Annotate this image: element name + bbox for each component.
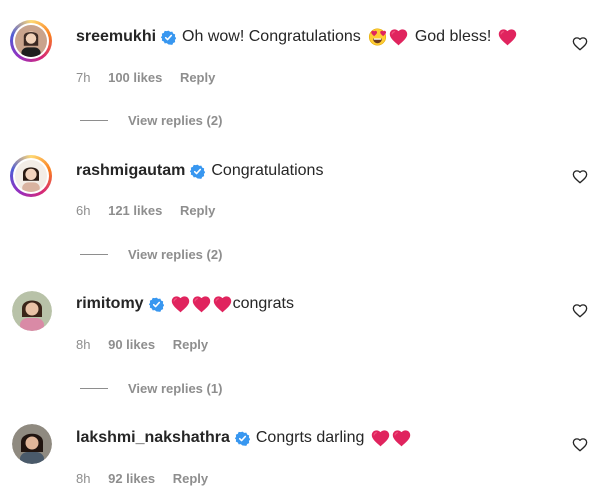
username[interactable]: sreemukhi (76, 26, 156, 48)
red-heart-emoji (389, 28, 408, 46)
comment-text: congrats (232, 295, 294, 312)
divider-dash (80, 120, 108, 121)
view-replies-button[interactable]: View replies (2) (80, 113, 222, 128)
like-heart-icon[interactable] (572, 36, 588, 52)
reply-button[interactable]: Reply (173, 471, 208, 486)
verified-badge-icon (149, 297, 164, 312)
view-replies-label: View replies (1) (128, 381, 223, 396)
reply-button[interactable]: Reply (180, 203, 215, 218)
red-heart-emoji (371, 429, 390, 447)
comment-line: rashmigautam Congratulations (76, 160, 323, 182)
username[interactable]: lakshmi_nakshathra (76, 427, 230, 449)
red-heart-emoji (213, 295, 232, 313)
comment-text-after: God bless! (414, 28, 492, 45)
likes-count[interactable]: 121 likes (108, 203, 162, 218)
verified-badge-icon (235, 431, 250, 446)
reply-button[interactable]: Reply (173, 337, 208, 352)
timestamp: 8h (76, 337, 91, 352)
heart-eyes-emoji (368, 28, 387, 46)
comment-line: sreemukhi Oh wow! Congratulations God bl… (76, 26, 518, 48)
comment-text: Congratulations (211, 162, 324, 179)
comment-meta: 6h 121 likes Reply (76, 203, 229, 218)
avatar[interactable] (10, 155, 52, 197)
username[interactable]: rimitomy (76, 293, 144, 315)
like-heart-icon[interactable] (572, 169, 588, 185)
divider-dash (80, 254, 108, 255)
like-heart-icon[interactable] (572, 437, 588, 453)
comment-meta: 8h 90 likes Reply (76, 337, 222, 352)
view-replies-button[interactable]: View replies (1) (80, 381, 222, 396)
comment-meta: 8h 92 likes Reply (76, 471, 222, 486)
reply-button[interactable]: Reply (180, 70, 215, 85)
comment-text: Congrts darling (255, 429, 365, 446)
verified-badge-icon (190, 164, 205, 179)
red-heart-emoji (392, 429, 411, 447)
avatar-image (13, 23, 49, 59)
likes-count[interactable]: 92 likes (108, 471, 155, 486)
comment-meta: 7h 100 likes Reply (76, 70, 229, 85)
avatar[interactable] (10, 20, 52, 62)
timestamp: 7h (76, 70, 91, 85)
likes-count[interactable]: 90 likes (108, 337, 155, 352)
comment-line: lakshmi_nakshathra Congrts darling (76, 427, 412, 449)
comment-line: rimitomy congrats (76, 293, 294, 315)
comment-text: Oh wow! Congratulations (182, 28, 361, 45)
avatar-image (13, 158, 49, 194)
timestamp: 6h (76, 203, 91, 218)
red-heart-emoji (192, 295, 211, 313)
view-replies-button[interactable]: View replies (2) (80, 247, 222, 262)
red-heart-emoji (498, 28, 517, 46)
red-heart-emoji (171, 295, 190, 313)
verified-badge-icon (161, 30, 176, 45)
likes-count[interactable]: 100 likes (108, 70, 162, 85)
divider-dash (80, 388, 108, 389)
timestamp: 8h (76, 471, 91, 486)
view-replies-label: View replies (2) (128, 247, 223, 262)
username[interactable]: rashmigautam (76, 160, 185, 182)
like-heart-icon[interactable] (572, 303, 588, 319)
avatar[interactable] (12, 291, 52, 331)
avatar[interactable] (12, 424, 52, 464)
view-replies-label: View replies (2) (128, 113, 223, 128)
